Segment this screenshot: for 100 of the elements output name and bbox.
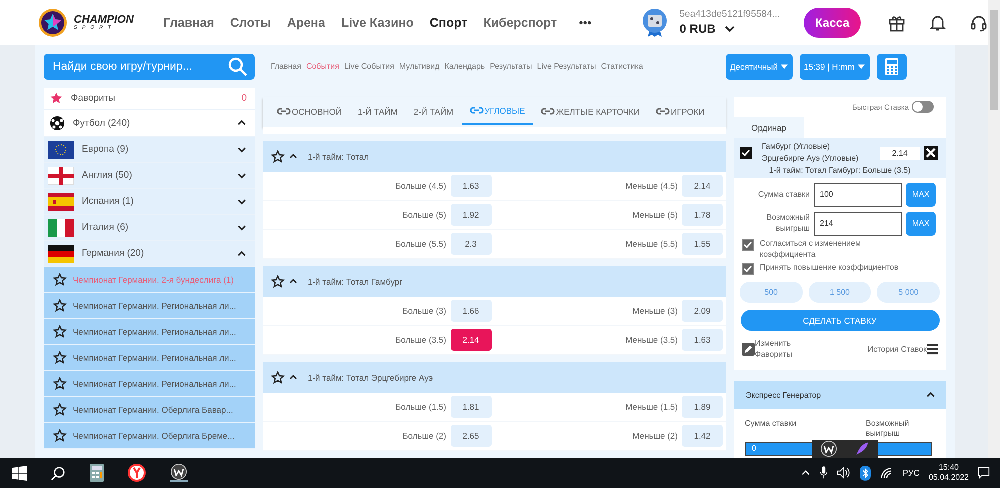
star-outline-icon[interactable] bbox=[53, 376, 67, 390]
checkbox[interactable] bbox=[740, 147, 752, 160]
league-item[interactable]: Чемпионат Германии. Оберлига Бреме... bbox=[44, 423, 255, 449]
breadcrumb-link[interactable]: Главная bbox=[271, 62, 302, 71]
clock[interactable]: 15:40 05.04.2022 bbox=[928, 462, 969, 484]
windows-start-icon[interactable] bbox=[12, 466, 27, 480]
breadcrumb-link[interactable]: Результаты bbox=[490, 62, 532, 71]
breadcrumb-link[interactable]: Live События bbox=[344, 62, 394, 71]
close-icon[interactable] bbox=[924, 146, 938, 160]
checkbox[interactable] bbox=[742, 238, 754, 251]
time-format-dropdown[interactable]: 15:39 | H:mm bbox=[800, 54, 870, 80]
odds-button[interactable]: 1.81 bbox=[450, 396, 492, 418]
odds-button[interactable]: 2.09 bbox=[682, 300, 723, 322]
star-outline-icon[interactable] bbox=[53, 324, 67, 338]
market-tab[interactable]: 2-Й ТАЙМ bbox=[406, 100, 462, 124]
balance-dropdown[interactable]: 0 RUB bbox=[680, 22, 780, 36]
browser-icon[interactable] bbox=[128, 464, 146, 482]
search-field[interactable]: Найди свою игру/турнир... bbox=[44, 54, 255, 80]
odds-button[interactable]: 1.63 bbox=[682, 329, 723, 351]
odds-button[interactable]: 1.78 bbox=[682, 204, 723, 226]
bluetooth-icon[interactable] bbox=[860, 466, 871, 480]
breadcrumb-link[interactable]: Мультивид bbox=[399, 62, 440, 71]
nav-link[interactable]: Главная bbox=[164, 16, 214, 30]
star-outline-icon[interactable] bbox=[53, 298, 67, 312]
language-indicator[interactable]: РУС bbox=[902, 468, 920, 478]
field-label: Возможный выигрыш bbox=[866, 419, 910, 438]
bell-icon[interactable] bbox=[929, 14, 947, 32]
star-outline-icon[interactable] bbox=[271, 370, 285, 384]
calculator-button[interactable] bbox=[876, 54, 907, 80]
breadcrumb-link[interactable]: Live Результаты bbox=[537, 62, 596, 71]
star-outline-icon[interactable] bbox=[271, 150, 285, 164]
odds-button[interactable]: 1.63 bbox=[450, 175, 492, 197]
amount-field[interactable]: 100 bbox=[814, 182, 902, 207]
league-item[interactable]: Чемпионат Германии. Региональная ли... bbox=[44, 293, 255, 319]
sidebar-item[interactable]: Европа (9) bbox=[44, 137, 255, 163]
microphone-icon[interactable] bbox=[820, 466, 828, 480]
cashier-button[interactable]: Касса bbox=[804, 8, 861, 38]
star-outline-icon[interactable] bbox=[271, 274, 285, 288]
chevron-up-icon[interactable] bbox=[800, 468, 811, 478]
league-item[interactable]: Чемпионат Германии. Региональная ли... bbox=[44, 371, 255, 397]
odds-button[interactable]: 1.55 bbox=[682, 233, 723, 255]
search-icon[interactable] bbox=[51, 466, 66, 480]
checkbox[interactable] bbox=[742, 263, 754, 276]
odds-button[interactable]: 2.3 bbox=[450, 233, 492, 255]
odds-button[interactable]: 2.65 bbox=[450, 425, 492, 447]
odds-button[interactable]: 1.66 bbox=[450, 300, 492, 322]
wifi-icon[interactable] bbox=[880, 467, 894, 479]
odds-button[interactable]: 1.42 bbox=[682, 425, 723, 447]
league-item[interactable]: Чемпионат Германии. Региональная ли... bbox=[44, 345, 255, 371]
speaker-icon[interactable] bbox=[836, 466, 851, 480]
odds-button[interactable]: 1.89 bbox=[682, 396, 723, 418]
market-tab[interactable]: ЖЕЛТЫЕ КАРТОЧКИ bbox=[533, 99, 648, 124]
sidebar-item[interactable]: Германия (20) bbox=[44, 241, 255, 267]
sidebar-item[interactable]: Фавориты 0 bbox=[44, 88, 255, 110]
odds-button[interactable]: 2.14 bbox=[450, 329, 492, 351]
quick-bet-toggle[interactable] bbox=[912, 101, 934, 113]
max-button[interactable]: MAX bbox=[906, 212, 936, 236]
amount-field[interactable]: 214 bbox=[814, 212, 902, 236]
odds-button[interactable]: 2.14 bbox=[682, 175, 723, 197]
market-header[interactable]: 1-й тайм: Тотал Эрцгебирге Ауэ bbox=[263, 362, 726, 393]
more-button[interactable]: ••• bbox=[579, 16, 592, 30]
odds-format-dropdown[interactable]: Десятичный bbox=[726, 54, 793, 80]
nav-link[interactable]: Арена bbox=[287, 16, 326, 30]
market-tab[interactable]: УГЛОВЫЕ bbox=[462, 98, 534, 126]
sidebar-item[interactable]: Англия (50) bbox=[44, 163, 255, 189]
market-tab[interactable]: 1-Й ТАЙМ bbox=[350, 100, 406, 124]
star-outline-icon[interactable] bbox=[53, 272, 67, 286]
odds-button[interactable]: 1.92 bbox=[450, 204, 492, 226]
breadcrumb-link[interactable]: Календарь bbox=[444, 62, 486, 71]
scrollbar[interactable] bbox=[988, 0, 1000, 458]
league-item[interactable]: Чемпионат Германии. Оберлига Бавар... bbox=[44, 397, 255, 423]
app-icon[interactable] bbox=[820, 441, 836, 457]
gift-icon[interactable] bbox=[888, 14, 906, 32]
bet-type-tab[interactable]: Ординар bbox=[734, 117, 804, 138]
market-tab[interactable]: ОСНОВНОЙ bbox=[269, 99, 350, 124]
max-button[interactable]: MAX bbox=[906, 182, 936, 207]
star-outline-icon[interactable] bbox=[53, 402, 67, 416]
menu-icon[interactable] bbox=[927, 344, 938, 356]
app-icon[interactable] bbox=[170, 464, 188, 482]
nav-link[interactable]: Слоты bbox=[230, 16, 272, 30]
star-outline-icon[interactable] bbox=[53, 350, 67, 364]
nav-link[interactable]: Киберспорт bbox=[484, 16, 558, 30]
nav-link[interactable]: Live Казино bbox=[341, 16, 414, 30]
market-header[interactable]: 1-й тайм: Тотал Гамбург bbox=[263, 266, 726, 297]
breadcrumb-link[interactable]: Статистика bbox=[601, 62, 644, 71]
bet-history-link[interactable]: История Ставок bbox=[868, 345, 927, 354]
edit-favorites-link[interactable]: Изменить Фавориты bbox=[755, 339, 815, 360]
headset-icon[interactable] bbox=[970, 14, 988, 32]
sidebar-item[interactable]: Италия (6) bbox=[44, 215, 255, 241]
place-bet-button[interactable]: СДЕЛАТЬ СТАВКУ bbox=[740, 310, 940, 332]
market-tab[interactable]: ИГРОКИ bbox=[648, 99, 713, 124]
market-header[interactable]: 1-й тайм: Тотал bbox=[263, 141, 726, 172]
league-item[interactable]: Чемпионат Германии. Региональная ли... bbox=[44, 319, 255, 345]
breadcrumb-link[interactable]: События bbox=[306, 62, 340, 71]
notification-icon[interactable] bbox=[978, 467, 990, 479]
express-header[interactable]: Экспресс Генератор bbox=[734, 381, 946, 410]
sidebar-item[interactable]: Футбол (240) bbox=[44, 110, 255, 137]
sidebar-item[interactable]: Испания (1) bbox=[44, 189, 255, 215]
nav-link[interactable]: Спорт bbox=[430, 16, 468, 30]
star-outline-icon[interactable] bbox=[53, 428, 67, 442]
